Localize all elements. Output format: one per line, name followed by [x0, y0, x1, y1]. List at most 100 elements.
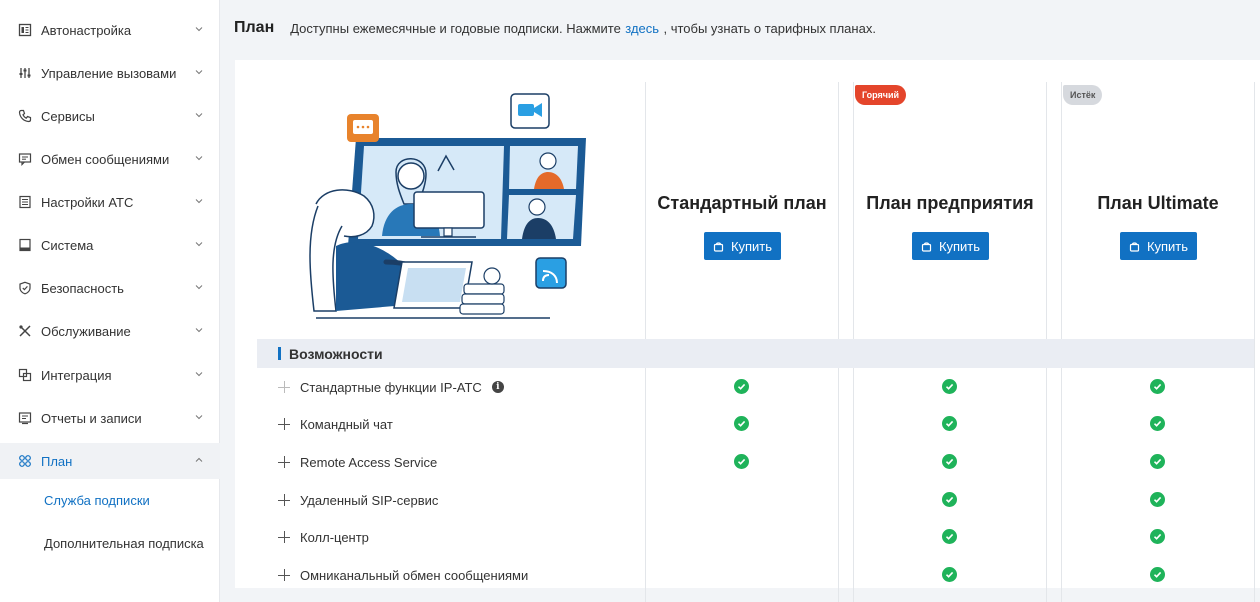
header-note-end: , чтобы узнать о тарифных планах.	[663, 20, 876, 36]
hot-badge: Горячий	[855, 85, 907, 105]
chevron-down-icon	[195, 242, 203, 247]
expand-icon[interactable]	[278, 531, 290, 543]
cart-icon	[921, 241, 932, 252]
chevron-down-icon	[195, 70, 203, 75]
chevron-down-icon	[195, 27, 203, 32]
sidebar-item-label: Сервисы	[41, 108, 95, 124]
check-icon	[734, 379, 749, 394]
buy-standard-button[interactable]: Купить	[704, 232, 781, 260]
sidebar-item-label: Система	[41, 237, 94, 253]
feature-label: Удаленный SIP-сервис	[300, 492, 439, 508]
chevron-down-icon	[195, 156, 203, 161]
info-icon[interactable]: i	[491, 381, 504, 393]
chevron-down-icon	[195, 372, 203, 377]
buy-label: Купить	[1146, 238, 1189, 254]
tools-icon	[18, 324, 32, 338]
phone-icon	[18, 109, 32, 123]
feature-label: Колл-центр	[300, 529, 369, 545]
integration-icon	[18, 368, 32, 382]
sidebar-item-label: Обслуживание	[41, 323, 131, 339]
page-title: План	[234, 19, 275, 36]
check-icon	[1150, 529, 1165, 544]
sidebar-item-services[interactable]: Сервисы	[0, 98, 220, 134]
sidebar-item-plan[interactable]: План	[0, 443, 220, 479]
feature-row[interactable]: Омниканальный обмен сообщениями	[278, 565, 528, 585]
features-section-header: Возможности	[257, 339, 1254, 368]
feature-row[interactable]: Remote Access Service	[278, 452, 437, 472]
check-icon	[734, 454, 749, 469]
sidebar-item-messaging[interactable]: Обмен сообщениями	[0, 141, 220, 177]
check-icon	[1150, 567, 1165, 582]
chevron-down-icon	[195, 113, 203, 118]
check-icon	[1150, 492, 1165, 507]
buy-label: Купить	[730, 238, 773, 254]
page-header: План Доступны ежемесячные и годовые подп…	[234, 17, 876, 39]
plan-name-enterprise: План предприятия	[866, 193, 1034, 213]
chevron-up-icon	[195, 457, 203, 462]
sidebar-item-label: План	[41, 453, 73, 469]
cart-icon	[713, 241, 724, 252]
sidebar-item-label: Обмен сообщениями	[41, 151, 170, 167]
chevron-down-icon	[195, 285, 203, 290]
feature-row[interactable]: Стандартные функции IP-АТС i	[278, 377, 504, 397]
chat-icon	[18, 152, 32, 166]
feature-label: Омниканальный обмен сообщениями	[300, 567, 529, 583]
sidebar-item-reports[interactable]: Отчеты и записи	[0, 400, 220, 436]
check-icon	[734, 416, 749, 431]
feature-row[interactable]: Удаленный SIP-сервис	[278, 490, 438, 510]
sidebar-item-maintenance[interactable]: Обслуживание	[0, 313, 220, 349]
expand-icon[interactable]	[278, 418, 290, 430]
sidebar-item-label: Управление вызовами	[41, 65, 177, 81]
sidebar-item-system[interactable]: Система	[0, 227, 220, 263]
sidebar-subitem-additional-subscription[interactable]: Дополнительная подписка	[0, 527, 220, 559]
check-icon	[1150, 379, 1165, 394]
expired-badge: Истёк	[1063, 85, 1103, 105]
check-icon	[942, 379, 957, 394]
cart-icon	[1129, 241, 1140, 252]
expand-icon[interactable]	[278, 381, 290, 393]
plan-name-standard: Стандартный план	[657, 193, 827, 213]
expand-icon[interactable]	[278, 569, 290, 581]
report-icon	[18, 411, 32, 425]
sidebar-item-integration[interactable]: Интеграция	[0, 357, 220, 393]
check-icon	[942, 492, 957, 507]
sidebar-item-autoconfig[interactable]: Автонастройка	[0, 12, 220, 48]
buy-ultimate-button[interactable]: Купить	[1120, 232, 1197, 260]
feature-label: Remote Access Service	[300, 454, 438, 470]
expand-icon[interactable]	[278, 494, 290, 506]
video-conference-illustration	[309, 93, 586, 319]
auto-config-icon	[18, 23, 32, 37]
shield-icon	[18, 281, 32, 295]
feature-row[interactable]: Командный чат	[278, 414, 393, 434]
sidebar-item-label: Интеграция	[41, 367, 112, 383]
sidebar-item-security[interactable]: Безопасность	[0, 270, 220, 306]
sidebar-subitem-subscription[interactable]: Служба подписки	[0, 484, 220, 516]
sidebar-item-pbx-settings[interactable]: Настройки АТС	[0, 184, 220, 220]
section-marker	[278, 347, 281, 360]
expand-icon[interactable]	[278, 456, 290, 468]
server-icon	[18, 195, 32, 209]
check-icon	[1150, 416, 1165, 431]
check-icon	[942, 416, 957, 431]
feature-row[interactable]: Колл-центр	[278, 527, 369, 547]
feature-label: Командный чат	[300, 416, 393, 432]
features-title: Возможности	[289, 345, 383, 362]
check-icon	[942, 567, 957, 582]
plan-name-ultimate: План Ultimate	[1097, 193, 1219, 213]
sliders-icon	[18, 66, 32, 80]
sidebar-item-label: Отчеты и записи	[41, 410, 142, 426]
sidebar: Автонастройка Управление вызовами Сервис…	[0, 0, 220, 602]
monitor-icon	[18, 238, 32, 252]
check-icon	[1150, 454, 1165, 469]
chevron-down-icon	[195, 199, 203, 204]
buy-enterprise-button[interactable]: Купить	[912, 232, 989, 260]
plan-icon	[18, 454, 32, 468]
header-note: Доступны ежемесячные и годовые подписки.…	[290, 20, 621, 36]
check-icon	[942, 529, 957, 544]
feature-label: Стандартные функции IP-АТС	[300, 379, 482, 395]
check-icon	[942, 454, 957, 469]
sidebar-item-call-control[interactable]: Управление вызовами	[0, 55, 220, 91]
buy-label: Купить	[938, 238, 981, 254]
sidebar-item-label: Безопасность	[41, 280, 124, 296]
plans-info-link[interactable]: здесь	[625, 21, 659, 36]
